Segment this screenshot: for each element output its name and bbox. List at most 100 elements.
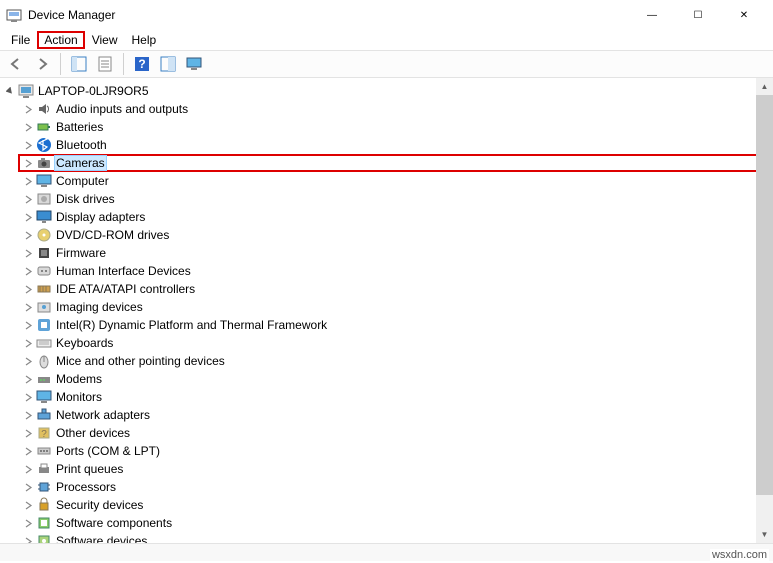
menu-file[interactable]: File — [4, 32, 37, 48]
tree-item[interactable]: Firmware — [22, 244, 773, 262]
toolbar-scan-button[interactable] — [156, 52, 180, 76]
tree-item[interactable]: Bluetooth — [22, 136, 773, 154]
tree-item[interactable]: Security devices — [22, 496, 773, 514]
tree-item[interactable]: IDE ATA/ATAPI controllers — [22, 280, 773, 298]
tree-item[interactable]: Human Interface Devices — [22, 262, 773, 280]
vertical-scrollbar[interactable]: ▲ ▼ — [756, 78, 773, 543]
app-icon — [6, 7, 22, 23]
tree-item-label: Security devices — [56, 498, 143, 512]
expand-icon[interactable] — [22, 319, 34, 331]
toolbar-monitor-button[interactable] — [182, 52, 206, 76]
toolbar: ? — [0, 50, 773, 78]
toolbar-back-button[interactable] — [4, 52, 28, 76]
tree-item[interactable]: ?Other devices — [22, 424, 773, 442]
expand-icon[interactable] — [22, 463, 34, 475]
expand-icon[interactable] — [22, 499, 34, 511]
tree-item[interactable]: Modems — [22, 370, 773, 388]
expand-icon[interactable] — [22, 247, 34, 259]
expand-icon[interactable] — [22, 175, 34, 187]
tree-item[interactable]: Imaging devices — [22, 298, 773, 316]
menu-help[interactable]: Help — [125, 32, 164, 48]
disk-icon — [36, 191, 52, 207]
tree-item[interactable]: Cameras — [18, 154, 773, 172]
menu-view[interactable]: View — [85, 32, 125, 48]
expand-icon[interactable] — [22, 445, 34, 457]
toolbar-forward-button[interactable] — [30, 52, 54, 76]
collapse-icon[interactable] — [4, 85, 16, 97]
software-icon — [36, 515, 52, 531]
imaging-icon — [36, 299, 52, 315]
tree-item-label: Computer — [56, 174, 109, 188]
tree-item-label: Other devices — [56, 426, 130, 440]
modem-icon — [36, 371, 52, 387]
tree-item-label: Audio inputs and outputs — [56, 102, 188, 116]
toolbar-console-tree-button[interactable] — [67, 52, 91, 76]
computer-icon — [36, 173, 52, 189]
tree-item[interactable]: Ports (COM & LPT) — [22, 442, 773, 460]
expand-icon[interactable] — [22, 517, 34, 529]
tree-item[interactable]: Processors — [22, 478, 773, 496]
tree-item-label: Cameras — [54, 155, 107, 171]
tree-item[interactable]: Mice and other pointing devices — [22, 352, 773, 370]
tree-item-label: Software components — [56, 516, 172, 530]
tree-item[interactable]: Batteries — [22, 118, 773, 136]
hid-icon — [36, 263, 52, 279]
tree-item[interactable]: Display adapters — [22, 208, 773, 226]
expand-icon[interactable] — [22, 481, 34, 493]
expand-icon[interactable] — [22, 103, 34, 115]
menu-bar: File Action View Help — [0, 30, 773, 50]
expand-icon[interactable] — [22, 337, 34, 349]
tree-item[interactable]: Software devices — [22, 532, 773, 543]
scroll-up-button[interactable]: ▲ — [756, 78, 773, 95]
tree-item[interactable]: DVD/CD-ROM drives — [22, 226, 773, 244]
dvd-icon — [36, 227, 52, 243]
expand-icon[interactable] — [22, 535, 34, 543]
expand-icon[interactable] — [22, 373, 34, 385]
watermark: wsxdn.com — [710, 549, 769, 561]
expand-icon[interactable] — [22, 211, 34, 223]
mouse-icon — [36, 353, 52, 369]
toolbar-separator — [123, 53, 124, 75]
tree-item[interactable]: Keyboards — [22, 334, 773, 352]
expand-icon[interactable] — [22, 193, 34, 205]
expand-icon[interactable] — [22, 301, 34, 313]
monitor-icon — [36, 389, 52, 405]
tree-root[interactable]: LAPTOP-0LJR9OR5 — [4, 82, 773, 100]
close-button[interactable]: ✕ — [721, 0, 767, 30]
expand-icon[interactable] — [22, 139, 34, 151]
expand-icon[interactable] — [22, 157, 34, 169]
menu-action[interactable]: Action — [37, 31, 84, 49]
intel-icon — [36, 317, 52, 333]
expand-icon[interactable] — [22, 391, 34, 403]
tree-item-label: Mice and other pointing devices — [56, 354, 225, 368]
ide-icon — [36, 281, 52, 297]
tree-root-label: LAPTOP-0LJR9OR5 — [38, 84, 149, 98]
scroll-thumb[interactable] — [756, 95, 773, 495]
bluetooth-icon — [36, 137, 52, 153]
tree-item[interactable]: Intel(R) Dynamic Platform and Thermal Fr… — [22, 316, 773, 334]
tree-item[interactable]: Print queues — [22, 460, 773, 478]
expand-icon[interactable] — [22, 409, 34, 421]
svg-text:?: ? — [138, 57, 145, 71]
toolbar-properties-button[interactable] — [93, 52, 117, 76]
expand-icon[interactable] — [22, 265, 34, 277]
tree-item[interactable]: Disk drives — [22, 190, 773, 208]
expand-icon[interactable] — [22, 283, 34, 295]
scroll-down-button[interactable]: ▼ — [756, 526, 773, 543]
tree-item-label: Processors — [56, 480, 116, 494]
tree-item[interactable]: Network adapters — [22, 406, 773, 424]
tree-item[interactable]: Monitors — [22, 388, 773, 406]
toolbar-help-button[interactable]: ? — [130, 52, 154, 76]
security-icon — [36, 497, 52, 513]
expand-icon[interactable] — [22, 355, 34, 367]
tree-item-label: Disk drives — [56, 192, 115, 206]
tree-item[interactable]: Audio inputs and outputs — [22, 100, 773, 118]
maximize-button[interactable]: ☐ — [675, 0, 721, 30]
tree-item[interactable]: Computer — [22, 172, 773, 190]
expand-icon[interactable] — [22, 121, 34, 133]
tree-item[interactable]: Software components — [22, 514, 773, 532]
expand-icon[interactable] — [22, 229, 34, 241]
minimize-button[interactable]: — — [629, 0, 675, 30]
expand-icon[interactable] — [22, 427, 34, 439]
tree-item-label: Print queues — [56, 462, 123, 476]
